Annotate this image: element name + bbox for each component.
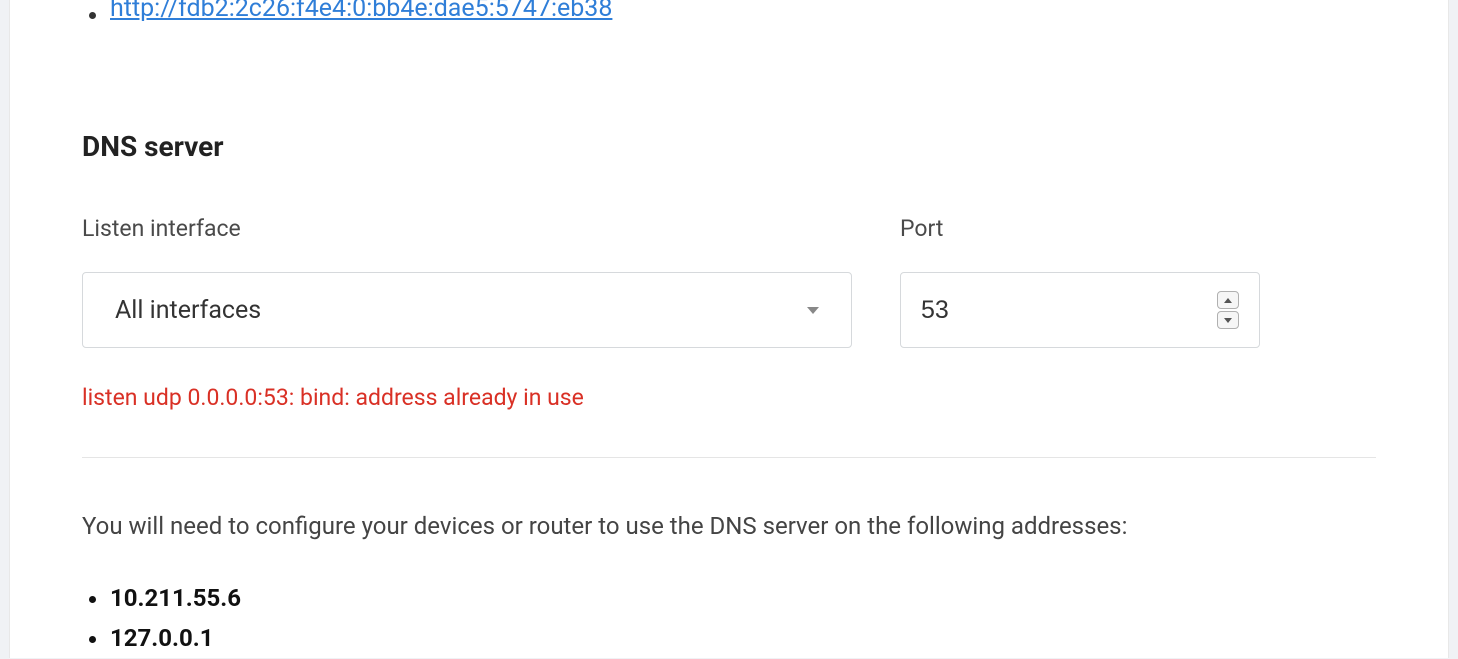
settings-card: http://fdb2:2c26:f4e4:0:bb4e:dae5:5747:e… [9, 0, 1449, 658]
list-item: http://fdb2:2c26:f4e4:0:bb4e:dae5:5747:e… [110, 0, 1376, 30]
dns-info-text: You will need to configure your devices … [82, 504, 1376, 550]
port-group: Port [900, 215, 1260, 348]
listen-interface-value: All interfaces [115, 296, 807, 325]
port-step-up-button[interactable] [1217, 291, 1239, 309]
dns-address-item: 10.211.55.6 [110, 578, 1376, 619]
dns-address-list: 10.211.55.6 127.0.0.1 [82, 578, 1376, 659]
listen-interface-group: Listen interface All interfaces [82, 215, 852, 348]
port-input-wrapper [900, 272, 1260, 348]
chevron-down-icon [807, 307, 819, 314]
port-label: Port [900, 215, 1260, 242]
port-spinner [1217, 291, 1239, 329]
dns-error-message: listen udp 0.0.0.0:53: bind: address alr… [82, 384, 1376, 411]
port-input[interactable] [921, 296, 1217, 325]
ipv6-url-link[interactable]: http://fdb2:2c26:f4e4:0:bb4e:dae5:5747:e… [110, 0, 612, 23]
listen-interface-label: Listen interface [82, 215, 852, 242]
dns-form-row: Listen interface All interfaces Port [82, 215, 1376, 348]
dns-address-item: 127.0.0.1 [110, 618, 1376, 659]
chevron-up-icon [1224, 298, 1232, 303]
port-step-down-button[interactable] [1217, 311, 1239, 329]
listen-interface-select[interactable]: All interfaces [82, 272, 852, 348]
dns-server-heading: DNS server [82, 130, 1376, 163]
page-container: http://fdb2:2c26:f4e4:0:bb4e:dae5:5747:e… [0, 0, 1458, 658]
chevron-down-icon [1224, 318, 1232, 323]
interface-url-list: http://fdb2:2c26:f4e4:0:bb4e:dae5:5747:e… [82, 0, 1376, 30]
section-divider [82, 457, 1376, 458]
